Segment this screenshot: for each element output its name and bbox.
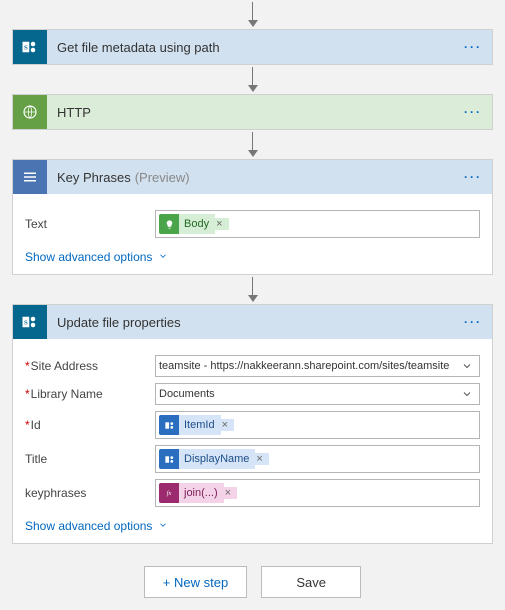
chevron-down-icon — [158, 519, 168, 533]
remove-token-icon[interactable]: × — [215, 218, 228, 230]
field-label-keyphrases: keyphrases — [25, 486, 155, 500]
svg-text:S: S — [24, 44, 28, 51]
svg-text:S: S — [24, 319, 28, 326]
site-address-select[interactable]: teamsite - https://nakkeerann.sharepoint… — [155, 355, 480, 377]
remove-token-icon[interactable]: × — [224, 487, 237, 499]
step-menu-button[interactable]: ··· — [454, 105, 492, 119]
step-menu-button[interactable]: ··· — [454, 315, 492, 329]
save-button[interactable]: Save — [261, 566, 361, 598]
step-get-file-metadata[interactable]: S Get file metadata using path ··· — [12, 29, 493, 65]
fx-icon: fx — [159, 483, 179, 503]
step-menu-button[interactable]: ··· — [454, 40, 492, 54]
sharepoint-icon: S — [13, 305, 47, 339]
step-title: Get file metadata using path — [57, 40, 220, 55]
sharepoint-icon: S — [13, 30, 47, 64]
step-key-phrases[interactable]: Key Phrases (Preview) ··· Text Body × — [12, 159, 493, 275]
token-itemid[interactable]: ItemId × — [159, 415, 234, 435]
remove-token-icon[interactable]: × — [221, 419, 234, 431]
token-displayname[interactable]: DisplayName × — [159, 449, 269, 469]
step-title: Update file properties — [57, 315, 181, 330]
sharepoint-token-icon — [159, 415, 179, 435]
library-name-select[interactable]: Documents — [155, 383, 480, 405]
chevron-down-icon — [461, 360, 473, 372]
step-title: HTTP — [57, 105, 91, 120]
step-title: Key Phrases — [57, 170, 131, 185]
text-input[interactable]: Body × — [155, 210, 480, 238]
step-update-file-properties[interactable]: S Update file properties ··· *Site Addre… — [12, 304, 493, 544]
svg-text:fx: fx — [167, 490, 172, 497]
id-input[interactable]: ItemId × — [155, 411, 480, 439]
keyphrases-input[interactable]: fx join(...) × — [155, 479, 480, 507]
field-label-id: *Id — [25, 418, 155, 432]
title-input[interactable]: DisplayName × — [155, 445, 480, 473]
field-label-title: Title — [25, 452, 155, 466]
field-label-site: *Site Address — [25, 359, 155, 373]
step-http[interactable]: HTTP ··· — [12, 94, 493, 130]
show-advanced-link[interactable]: Show advanced options — [25, 519, 168, 533]
preview-label: (Preview) — [135, 170, 190, 185]
http-icon — [13, 95, 47, 129]
text-analytics-icon — [13, 160, 47, 194]
show-advanced-link[interactable]: Show advanced options — [25, 250, 168, 264]
lightbulb-icon — [159, 214, 179, 234]
sharepoint-token-icon — [159, 449, 179, 469]
chevron-down-icon — [461, 388, 473, 400]
field-label-text: Text — [25, 217, 155, 231]
field-label-library: *Library Name — [25, 387, 155, 401]
remove-token-icon[interactable]: × — [255, 453, 268, 465]
token-body[interactable]: Body × — [159, 214, 229, 234]
token-join-expression[interactable]: fx join(...) × — [159, 483, 237, 503]
new-step-button[interactable]: + New step — [144, 566, 247, 598]
chevron-down-icon — [158, 250, 168, 264]
step-menu-button[interactable]: ··· — [454, 170, 492, 184]
